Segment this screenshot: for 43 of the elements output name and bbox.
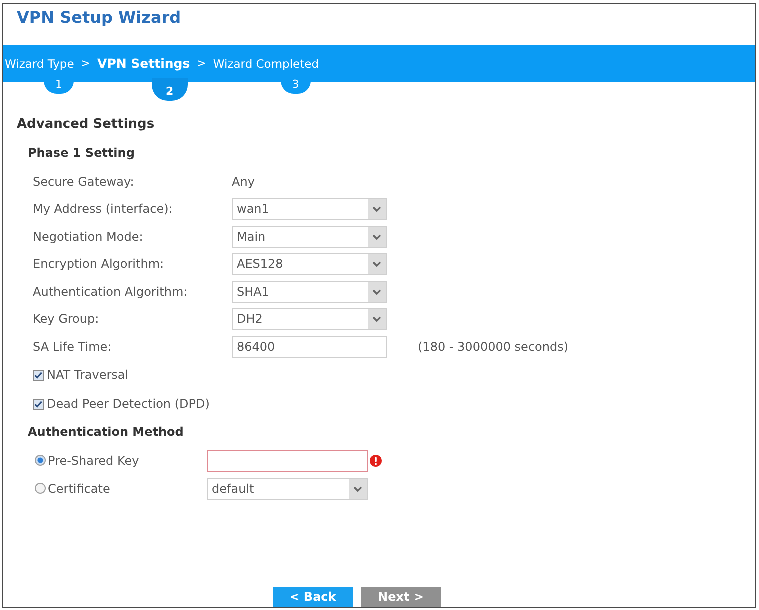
dropdown[interactable]: DH2	[232, 308, 387, 330]
field-label: SA Life Time:	[33, 340, 113, 354]
caret-icon	[368, 254, 386, 274]
radio-label: Certificate	[47, 482, 112, 496]
separator-text: >	[81, 57, 91, 70]
checkbox[interactable]	[33, 370, 44, 380]
field-label: Secure Gateway:	[33, 174, 136, 189]
step-number: 2	[152, 78, 188, 101]
dropdown[interactable]: Main	[232, 226, 387, 248]
section-heading: Advanced Settings	[17, 116, 155, 134]
dropdown[interactable]: wan1	[232, 198, 387, 220]
step-number: 3	[280, 76, 311, 94]
separator-text: >	[197, 57, 206, 70]
field-value: Any	[232, 174, 255, 189]
text-input[interactable]	[207, 450, 368, 472]
subsection-heading: Authentication Method	[28, 424, 184, 440]
field-label: Key Group:	[33, 312, 100, 326]
caret-icon	[349, 478, 367, 498]
radio-label: Pre-Shared Key	[47, 454, 140, 468]
range-hint: (180 - 3000000 seconds)	[418, 340, 569, 354]
caret-icon	[368, 309, 386, 330]
caret-icon	[368, 282, 386, 302]
step-label: VPN Settings	[98, 56, 190, 71]
checkbox-label: NAT Traversal	[47, 368, 129, 382]
dropdown[interactable]: SHA1	[232, 280, 387, 303]
field-label: Encryption Algorithm:	[33, 257, 166, 272]
caret-icon	[368, 199, 386, 220]
step-label: Wizard Completed	[213, 56, 319, 70]
radio-button[interactable]	[35, 483, 46, 494]
checkbox-label: Dead Peer Detection (DPD)	[47, 397, 210, 411]
radio-button[interactable]	[35, 455, 46, 466]
dropdown[interactable]: default	[207, 478, 368, 500]
field-label: Authentication Algorithm:	[33, 284, 189, 299]
step-label: Wizard Type	[5, 56, 74, 70]
checkbox[interactable]	[33, 398, 44, 410]
subsection-heading: Phase 1 Setting	[28, 145, 135, 162]
window-title: VPN Setup Wizard	[17, 8, 182, 29]
error-icon	[370, 454, 382, 466]
caret-icon	[368, 226, 386, 247]
field-label: Negotiation Mode:	[33, 230, 144, 244]
text-input[interactable]: 86400	[232, 336, 387, 358]
field-label: My Address (interface):	[33, 202, 174, 216]
dropdown[interactable]: AES128	[232, 253, 387, 276]
